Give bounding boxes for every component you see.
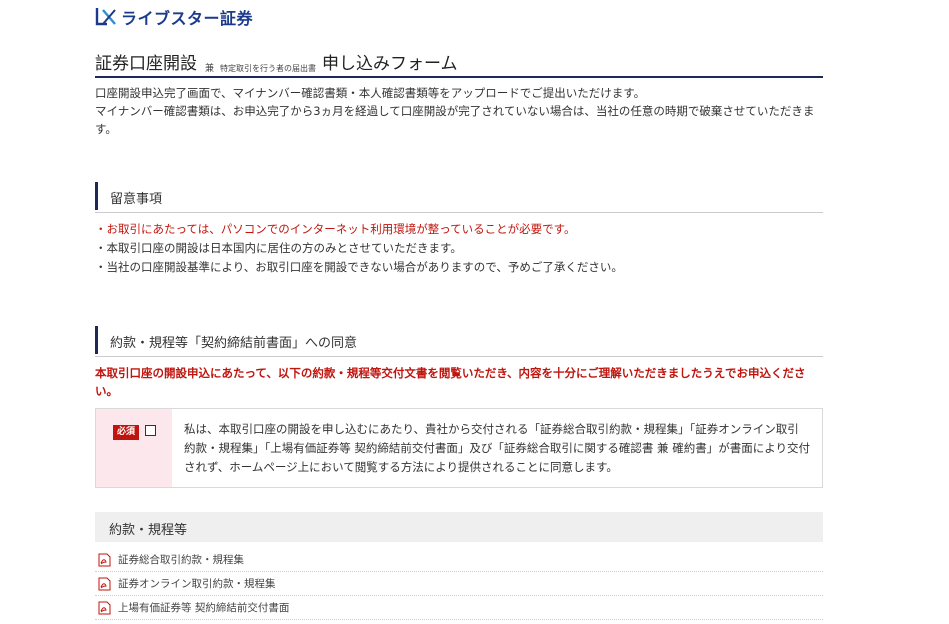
intro-line: マイナンバー確認書類は、お申込完了から3ヵ月を経過して口座開設が完了されていない… (95, 104, 815, 136)
title-main: 証券口座開設 (95, 54, 197, 74)
notice-item: ・本取引口座の開設は日本国内に居住の方のみとさせていただきます。 (95, 241, 462, 255)
consent-heading: 約款・規程等「契約締結前書面」への同意 (95, 326, 823, 357)
list-item: 証券総合取引約款・規程集 (95, 548, 823, 572)
logo-mark-icon (95, 8, 116, 26)
document-link[interactable]: 上場有価証券等 契約締結前交付書面 (118, 600, 289, 615)
title-small: 特定取引を行う者の届出書 (220, 64, 317, 73)
agreement-text: 私は、本取引口座の開設を申し込むにあたり、貴社から交付される「証券総合取引約款・… (184, 422, 810, 474)
documents-heading: 約款・規程等 (95, 512, 823, 542)
notice-heading-text: 留意事項 (110, 192, 163, 207)
list-item: 証券オンライン取引約款・規程集 (95, 572, 823, 596)
notice-list: ・お取引にあたっては、パソコンでのインターネット利用環境が整っていることが必要で… (95, 220, 823, 277)
documents-heading-text: 約款・規程等 (109, 523, 188, 538)
consent-warning: 本取引口座の開設申込にあたって、以下の約款・規程等交付文書を閲覧いただき、内容を… (95, 366, 806, 398)
document-link[interactable]: 証券オンライン取引約款・規程集 (118, 576, 276, 591)
title-and: 兼 (205, 64, 215, 74)
intro-line: 口座開設申込完了画面で、マイナンバー確認書類・本人確認書類等をアップロードでご提… (95, 86, 646, 100)
logo-text: ライブスター証券 (121, 9, 254, 28)
document-list: 証券総合取引約款・規程集 証券オンライン取引約款・規程集 上場有価証券等 契約締… (95, 548, 823, 620)
agreement-box: 必須 私は、本取引口座の開設を申し込むにあたり、貴社から交付される「証券総合取引… (95, 408, 823, 488)
title-form: 申し込みフォーム (322, 54, 458, 74)
consent-heading-text: 約款・規程等「契約締結前書面」への同意 (110, 336, 358, 351)
pdf-icon (98, 601, 111, 614)
required-badge: 必須 (113, 425, 140, 440)
agreement-required-cell: 必須 (96, 409, 172, 487)
notice-item: ・当社の口座開設基準により、お取引口座を開設できない場合がありますので、予めご了… (95, 260, 623, 274)
pdf-icon (98, 553, 111, 566)
document-link[interactable]: 証券総合取引約款・規程集 (118, 552, 244, 567)
page-title: 証券口座開設 兼 特定取引を行う者の届出書 申し込みフォーム (95, 46, 823, 78)
intro-text: 口座開設申込完了画面で、マイナンバー確認書類・本人確認書類等をアップロードでご提… (95, 84, 823, 138)
list-item: 上場有価証券等 契約締結前交付書面 (95, 596, 823, 620)
heading-bar (95, 182, 98, 210)
notice-item: ・お取引にあたっては、パソコンでのインターネット利用環境が整っていることが必要で… (95, 222, 576, 236)
brand-logo[interactable]: ライブスター証券 (95, 4, 253, 30)
notice-heading: 留意事項 (95, 182, 823, 213)
agreement-checkbox[interactable] (145, 425, 156, 436)
pdf-icon (98, 577, 111, 590)
heading-bar (95, 326, 98, 354)
